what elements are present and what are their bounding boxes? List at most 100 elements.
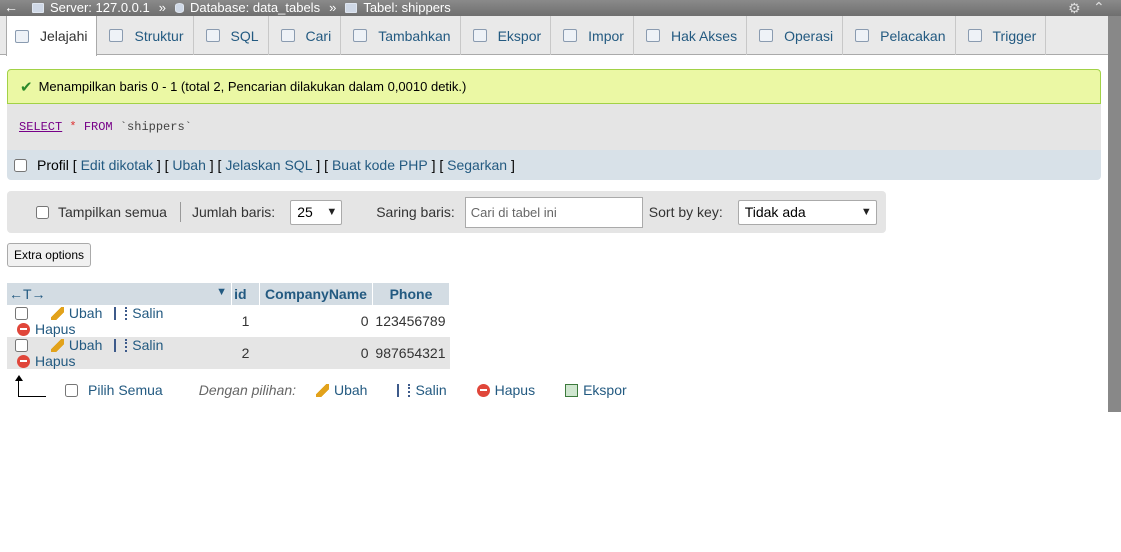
rows-select[interactable]: 25 ▼ xyxy=(290,199,343,225)
gear-icon[interactable]: ⚙ xyxy=(1068,0,1081,16)
eye-icon xyxy=(855,29,870,42)
breadcrumb-database[interactable]: Database: data_tabels xyxy=(190,0,320,16)
sql-query: SELECT * FROM `shippers` xyxy=(7,104,1101,150)
filter-input[interactable]: Cari di tabel ini xyxy=(464,196,643,228)
cell-companyname[interactable]: 0 xyxy=(259,305,373,337)
rows-select-value: 25 xyxy=(297,204,313,220)
tab-search[interactable]: Cari xyxy=(269,16,342,55)
bulk-copy-label: Salin xyxy=(415,382,447,398)
privileges-icon xyxy=(645,29,660,42)
cell-phone[interactable]: 123456789 xyxy=(372,305,450,337)
tab-structure[interactable]: Struktur xyxy=(97,16,194,55)
table-row: Ubah Salin Hapus 2 0 987654321 xyxy=(7,337,450,369)
cell-id[interactable]: 2 xyxy=(231,337,260,369)
table-row: Ubah Salin Hapus 1 0 123456789 xyxy=(7,305,450,337)
column-resize-header[interactable]: ←T→ ▼ xyxy=(7,283,233,305)
check-all-link[interactable]: Pilih Semua xyxy=(88,382,163,398)
tab-import[interactable]: Impor xyxy=(551,16,634,55)
chevron-down-icon[interactable]: ▼ xyxy=(216,286,227,298)
tab-triggers[interactable]: Trigger xyxy=(956,16,1047,55)
collapse-icon[interactable]: ⌃ xyxy=(1093,0,1105,15)
profiling-checkbox[interactable] xyxy=(14,158,27,172)
breadcrumb-table[interactable]: Tabel: shippers xyxy=(363,0,450,16)
show-all-label: Tampilkan semua xyxy=(58,204,167,220)
table-header-row: ←T→ ▼ id CompanyName Phone xyxy=(7,283,451,305)
row-actions: Ubah Salin Hapus xyxy=(7,337,232,369)
filter-input-placeholder: Cari di tabel ini xyxy=(470,204,557,220)
row-checkbox[interactable] xyxy=(15,339,28,352)
pencil-icon xyxy=(316,384,329,397)
bulk-edit-button[interactable]: Ubah xyxy=(316,382,367,398)
tab-label: Struktur xyxy=(134,27,184,44)
row-delete-link[interactable]: Hapus xyxy=(17,321,75,337)
sql-star: * xyxy=(69,120,77,134)
tab-privileges[interactable]: Hak Akses xyxy=(634,16,748,55)
row-copy-label: Salin xyxy=(132,337,164,353)
import-icon xyxy=(563,29,578,42)
bulk-edit-label: Ubah xyxy=(334,382,368,398)
breadcrumb-bar: ← Server: 127.0.0.1 » Database: data_tab… xyxy=(0,0,1121,16)
breadcrumb-separator: » xyxy=(329,0,337,15)
breadcrumb-server[interactable]: Server: 127.0.0.1 xyxy=(50,0,150,16)
scroll-track[interactable] xyxy=(1108,0,1121,412)
row-copy-link[interactable]: Salin xyxy=(114,305,163,321)
table-icon xyxy=(345,3,358,13)
show-all-checkbox[interactable] xyxy=(36,205,49,219)
row-checkbox[interactable] xyxy=(15,307,28,320)
column-header-companyname[interactable]: CompanyName xyxy=(259,283,373,305)
refresh-link[interactable]: Segarkan xyxy=(447,157,507,173)
navigation-bar: Tampilkan semua Jumlah baris: 25 ▼ Sarin… xyxy=(7,191,886,233)
query-options-bar: Profil [ Edit dikotak ] [ Ubah ] [ Jelas… xyxy=(7,150,1101,180)
tab-label: Jelajahi xyxy=(40,28,88,44)
row-edit-label: Ubah xyxy=(68,337,103,353)
create-php-code-link[interactable]: Buat kode PHP xyxy=(332,157,428,173)
bulk-export-button[interactable]: Ekspor xyxy=(565,382,627,398)
row-edit-link[interactable]: Ubah xyxy=(50,337,103,353)
tab-operations[interactable]: Operasi xyxy=(747,16,844,55)
success-message-text: Menampilkan baris 0 - 1 (total 2, Pencar… xyxy=(38,79,467,94)
sql-select-keyword[interactable]: SELECT xyxy=(19,120,62,134)
extra-options-button[interactable]: Extra options xyxy=(7,243,91,267)
tab-export[interactable]: Ekspor xyxy=(461,16,552,55)
tab-insert[interactable]: Tambahkan xyxy=(341,16,461,55)
row-copy-link[interactable]: Salin xyxy=(114,337,163,353)
rows-label: Jumlah baris: xyxy=(191,204,276,220)
column-header-phone[interactable]: Phone xyxy=(372,283,451,305)
cell-id[interactable]: 1 xyxy=(231,305,260,337)
tab-label: Impor xyxy=(588,27,624,44)
structure-icon xyxy=(109,29,124,42)
delete-icon xyxy=(17,355,30,368)
bulk-delete-button[interactable]: Hapus xyxy=(476,382,535,398)
row-actions: Ubah Salin Hapus xyxy=(7,305,232,337)
pencil-icon xyxy=(50,339,64,352)
tab-sql[interactable]: SQL xyxy=(194,16,269,55)
results-table: ←T→ ▼ id CompanyName Phone Ubah Salin Ha… xyxy=(7,283,451,369)
cell-companyname[interactable]: 0 xyxy=(259,337,373,369)
arrow-up-left-icon xyxy=(15,375,46,397)
column-arrows-icon[interactable]: ←T→ xyxy=(9,286,46,302)
delete-icon xyxy=(476,384,490,397)
check-all-checkbox[interactable] xyxy=(65,383,78,397)
tab-label: Operasi xyxy=(784,27,834,44)
tab-browse[interactable]: Jelajahi xyxy=(6,16,98,56)
browse-icon xyxy=(15,29,29,43)
sql-table-name: `shippers` xyxy=(119,120,192,134)
tab-label: Hak Akses xyxy=(670,27,738,44)
bulk-copy-button[interactable]: Salin xyxy=(397,382,447,398)
row-delete-link[interactable]: Hapus xyxy=(17,353,75,369)
profiling-label: Profil xyxy=(37,157,69,173)
cell-phone[interactable]: 987654321 xyxy=(372,337,450,369)
column-header-id[interactable]: id xyxy=(231,283,261,305)
row-edit-link[interactable]: Ubah xyxy=(50,305,102,321)
tab-tracking[interactable]: Pelacakan xyxy=(843,16,956,55)
edit-inline-link[interactable]: Edit dikotak xyxy=(81,157,153,173)
sort-select-value: Tidak ada xyxy=(744,204,806,220)
sort-select[interactable]: Tidak ada ▼ xyxy=(737,199,877,225)
tab-label: Trigger xyxy=(992,27,1037,44)
back-arrow-icon[interactable]: ← xyxy=(4,0,18,15)
edit-link[interactable]: Ubah xyxy=(172,157,205,173)
success-message: ✔ Menampilkan baris 0 - 1 (total 2, Penc… xyxy=(7,69,1101,104)
explain-sql-link[interactable]: Jelaskan SQL xyxy=(225,157,312,173)
insert-icon xyxy=(353,29,368,42)
breadcrumb: Server: 127.0.0.1 » Database: data_tabel… xyxy=(32,0,451,16)
